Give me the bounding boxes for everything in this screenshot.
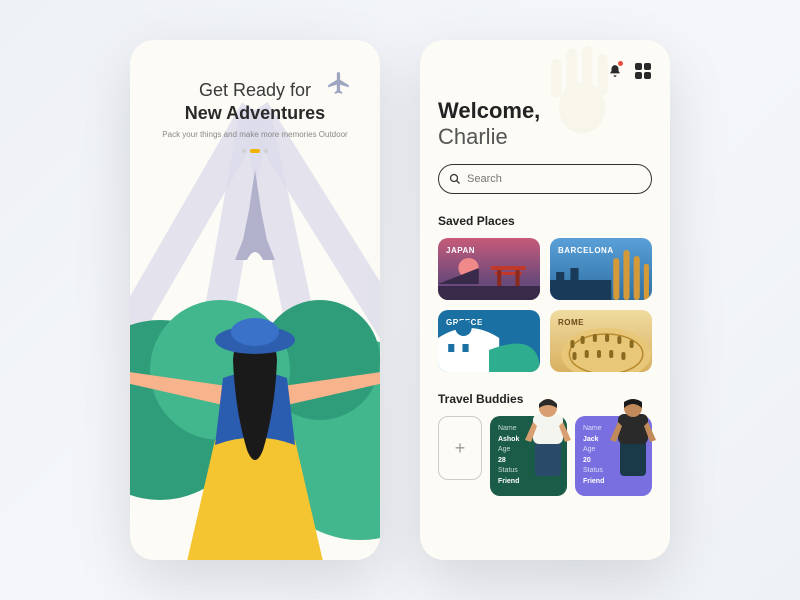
onboarding-title-line2: New Adventures — [162, 103, 347, 124]
search-icon — [449, 173, 461, 185]
place-card-barcelona[interactable]: BARCELONA — [550, 238, 652, 300]
traveller-illustration — [130, 270, 380, 560]
saved-places-heading: Saved Places — [438, 214, 652, 228]
onboarding-screen: Get Ready for New Adventures Pack your t… — [130, 40, 380, 560]
buddy-age: 28 — [498, 457, 506, 464]
buddy-age: 20 — [583, 457, 591, 464]
home-screen: Welcome, Charlie Saved Places JAPAN BARC… — [420, 40, 670, 560]
buddy-name: Ashok — [498, 436, 519, 443]
buddy-status: Friend — [498, 478, 519, 485]
search-bar[interactable] — [438, 164, 652, 194]
buddy-name: Jack — [583, 436, 599, 443]
bell-icon — [608, 64, 622, 78]
onboarding-title-line1: Get Ready for — [162, 80, 347, 101]
add-buddy-button[interactable]: + — [438, 416, 482, 480]
buddy-avatar — [608, 396, 658, 476]
place-card-rome[interactable]: ROME — [550, 310, 652, 372]
buddy-status: Friend — [583, 478, 604, 485]
buddy-card[interactable]: Name Jack Age 20 Status Friend — [575, 416, 652, 496]
onboarding-subtitle: Pack your things and make more memories … — [162, 130, 347, 139]
buddy-name-label: Name — [498, 425, 517, 432]
buddy-age-label: Age — [498, 446, 510, 453]
page-dot[interactable] — [242, 149, 246, 153]
page-indicator[interactable] — [162, 149, 347, 153]
page-dot-active[interactable] — [250, 149, 260, 153]
buddy-status-label: Status — [498, 467, 518, 474]
buddy-age-label: Age — [583, 446, 595, 453]
search-input[interactable] — [467, 173, 641, 185]
page-dot[interactable] — [264, 149, 268, 153]
grid-icon — [635, 63, 651, 79]
buddy-card[interactable]: Name Ashok Age 28 Status Friend — [490, 416, 567, 496]
handprint-decoration — [542, 46, 622, 136]
buddy-name-label: Name — [583, 425, 602, 432]
place-card-greece[interactable]: GREECE — [438, 310, 540, 372]
menu-grid-button[interactable] — [634, 62, 652, 80]
buddy-avatar — [523, 396, 573, 476]
notifications-button[interactable] — [606, 62, 624, 80]
place-card-japan[interactable]: JAPAN — [438, 238, 540, 300]
eiffel-tower-icon — [235, 170, 275, 260]
notification-dot-icon — [618, 61, 623, 66]
buddy-status-label: Status — [583, 467, 603, 474]
